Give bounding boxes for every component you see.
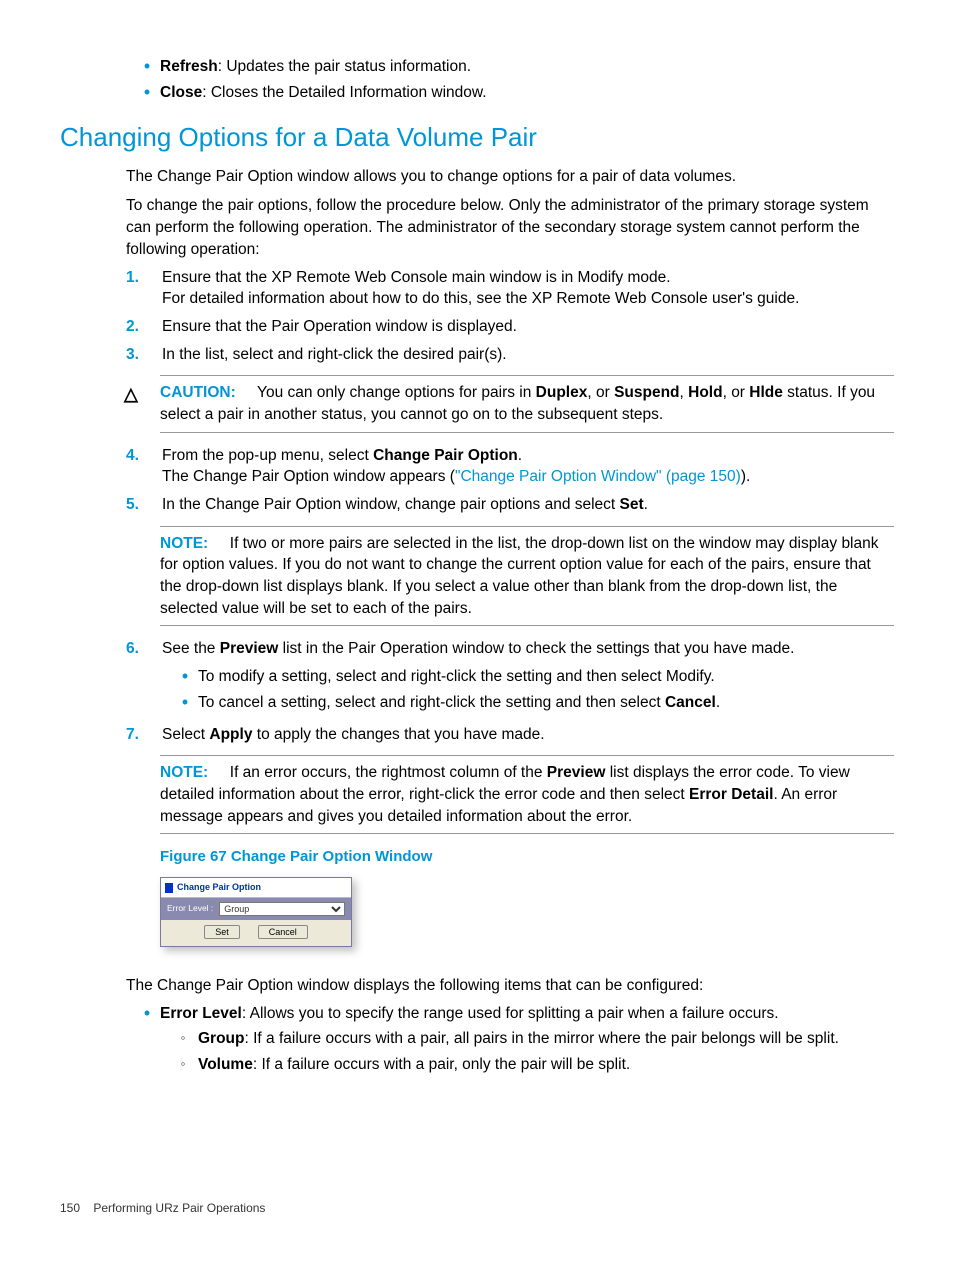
step-text: From the pop-up menu, select Change Pair… [162,447,522,464]
change-pair-option-window-figure: Change Pair Option Error Level : Group S… [160,877,352,947]
figure-caption: Figure 67 Change Pair Option Window [160,846,894,867]
step-5: 5. In the Change Pair Option window, cha… [60,494,894,516]
page-footer: 150 Performing URz Pair Operations [60,1200,894,1217]
list-item: Error Level: Allows you to specify the r… [134,1003,894,1080]
step-3: 3. In the list, select and right-click t… [60,344,894,366]
note-callout-2: NOTE: If an error occurs, the rightmost … [160,755,894,834]
list-item: To modify a setting, select and right-cl… [172,666,894,688]
desc: : Updates the pair status information. [218,58,471,75]
config-bullet-list: Error Level: Allows you to specify the r… [134,1003,894,1080]
procedure-list: 1. Ensure that the XP Remote Web Console… [60,267,894,366]
step-number: 5. [126,494,162,516]
para: The Change Pair Option window displays t… [126,975,894,997]
step-text: In the list, select and right-click the … [162,344,894,366]
step-number: 6. [126,638,162,717]
intro-para-1: The Change Pair Option window allows you… [126,166,894,188]
note-text: If an error occurs, the rightmost column… [160,764,850,824]
window-title: Change Pair Option [177,881,261,894]
step-text: Select Apply to apply the changes that y… [162,724,894,746]
step-text: Ensure that the XP Remote Web Console ma… [162,269,671,286]
caution-label: CAUTION: [160,384,236,401]
error-level-select[interactable]: Group [219,902,345,916]
list-item: Group: If a failure occurs with a pair, … [168,1028,894,1050]
step-number: 7. [126,724,162,746]
note-label: NOTE: [160,764,208,781]
note-label: NOTE: [160,535,208,552]
list-item: Volume: If a failure occurs with a pair,… [168,1054,894,1076]
desc: : Closes the Detailed Information window… [202,84,486,101]
step-7: 7. Select Apply to apply the changes tha… [60,724,894,746]
step-text: In the Change Pair Option window, change… [162,494,894,516]
step-text: See the Preview list in the Pair Operati… [162,640,794,657]
list-item: To cancel a setting, select and right-cl… [172,692,894,714]
term: Close [160,84,202,101]
step-text: For detailed information about how to do… [162,290,799,307]
sub-bullet-list: To modify a setting, select and right-cl… [172,666,894,713]
caution-icon: △ [124,382,160,425]
step-1: 1. Ensure that the XP Remote Web Console… [60,267,894,310]
caution-callout: △ CAUTION: You can only change options f… [160,375,894,432]
footer-section: Performing URz Pair Operations [93,1201,265,1215]
window-icon [165,883,173,893]
step-number: 3. [126,344,162,366]
xref-link[interactable]: "Change Pair Option Window" (page 150) [455,468,741,485]
step-2: 2. Ensure that the Pair Operation window… [60,316,894,338]
page-number: 150 [60,1201,80,1215]
sub-list: Group: If a failure occurs with a pair, … [168,1028,894,1075]
list-item: Refresh: Updates the pair status informa… [134,56,894,78]
term: Error Level [160,1005,242,1022]
step-number: 1. [126,267,162,310]
step-text: Ensure that the Pair Operation window is… [162,316,894,338]
intro-para-2: To change the pair options, follow the p… [126,195,894,260]
step-number: 4. [126,445,162,488]
procedure-list-cont2: 6. See the Preview list in the Pair Oper… [60,638,894,745]
list-item: Close: Closes the Detailed Information w… [134,82,894,104]
window-titlebar: Change Pair Option [161,878,351,898]
term: Refresh [160,58,218,75]
note-callout-1: NOTE: If two or more pairs are selected … [160,526,894,627]
step-text: The Change Pair Option window appears ("… [162,468,750,485]
step-4: 4. From the pop-up menu, select Change P… [60,445,894,488]
procedure-list-cont: 4. From the pop-up menu, select Change P… [60,445,894,516]
section-heading: Changing Options for a Data Volume Pair [60,119,894,155]
error-level-label: Error Level : [167,903,213,915]
top-bullet-list: Refresh: Updates the pair status informa… [134,56,894,103]
caution-text: You can only change options for pairs in… [160,384,875,423]
desc: : Allows you to specify the range used f… [242,1005,779,1022]
note-text: If two or more pairs are selected in the… [160,535,879,617]
step-number: 2. [126,316,162,338]
step-6: 6. See the Preview list in the Pair Oper… [60,638,894,717]
cancel-button[interactable]: Cancel [258,925,308,939]
set-button[interactable]: Set [204,925,240,939]
